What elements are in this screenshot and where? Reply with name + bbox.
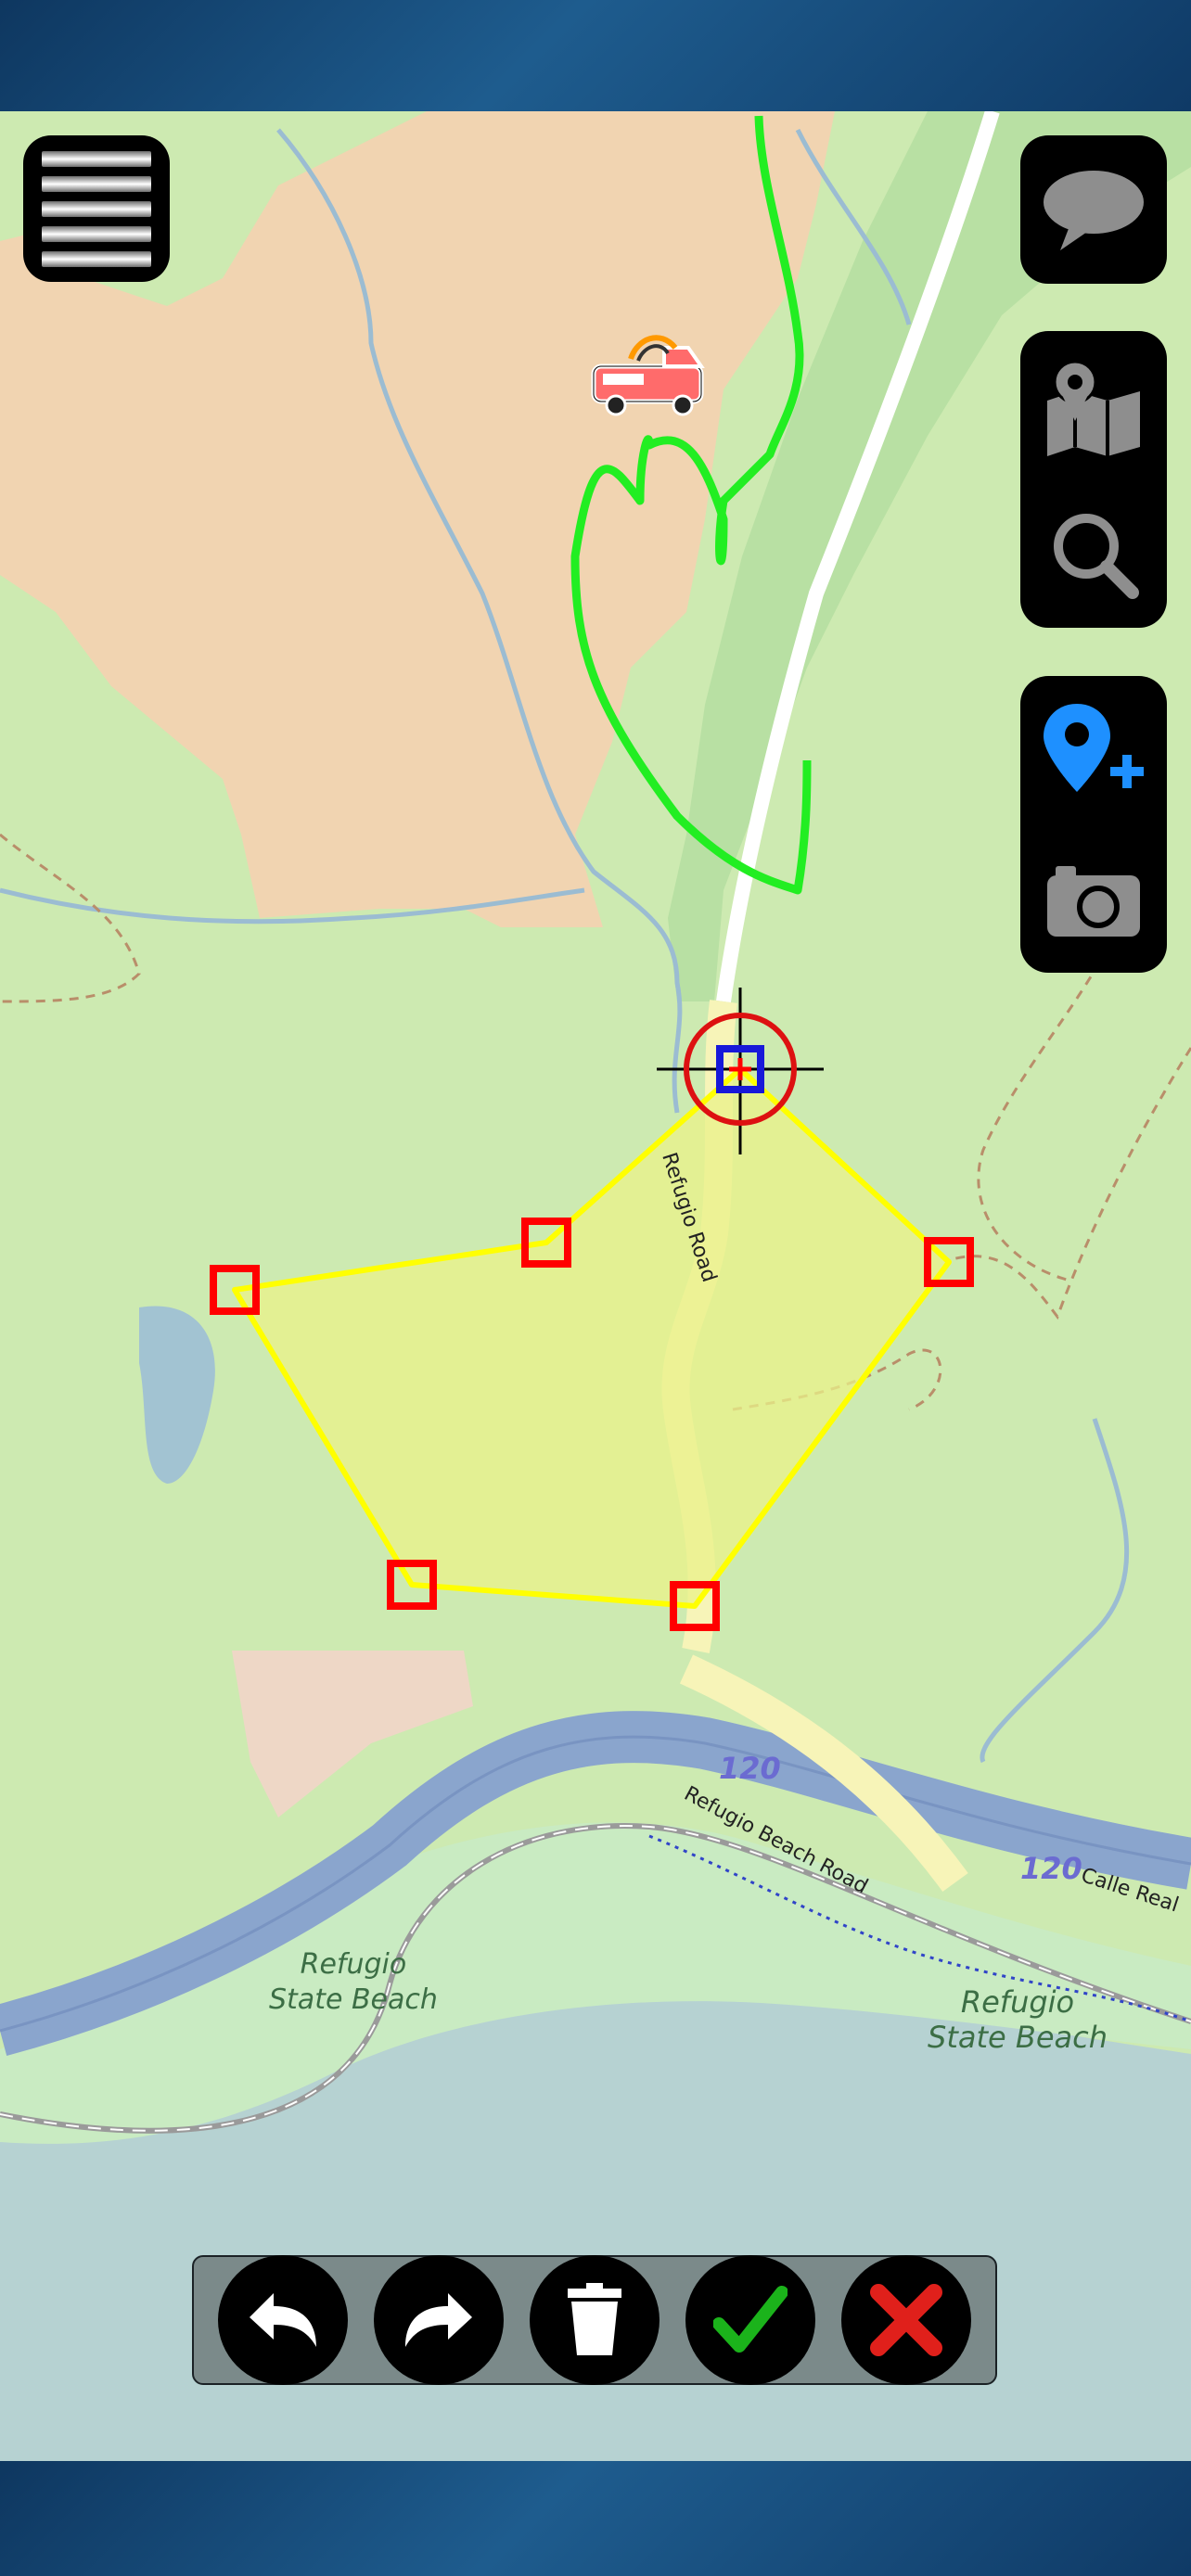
confirm-button[interactable] bbox=[685, 2255, 815, 2385]
trail-1 bbox=[0, 833, 141, 1003]
add-marker-button[interactable] bbox=[1029, 685, 1159, 815]
trail-2 bbox=[945, 1047, 1191, 1320]
map-pin-icon bbox=[1047, 360, 1140, 456]
menu-icon bbox=[42, 150, 151, 167]
highway-120-shield: 120 bbox=[719, 1751, 781, 1786]
undo-icon bbox=[250, 2293, 316, 2347]
chat-bubble-icon bbox=[1029, 145, 1159, 274]
menu-button[interactable] bbox=[23, 135, 170, 282]
redo-icon bbox=[405, 2293, 472, 2347]
trash-icon bbox=[568, 2283, 621, 2355]
capture-tools-panel bbox=[1020, 676, 1167, 973]
redo-button[interactable] bbox=[374, 2255, 504, 2385]
checkmark-icon bbox=[713, 2286, 788, 2353]
map-tools-panel bbox=[1020, 331, 1167, 628]
close-icon bbox=[870, 2284, 942, 2356]
lake bbox=[139, 1306, 215, 1484]
cancel-button[interactable] bbox=[841, 2255, 971, 2385]
map-view[interactable]: Refugio Road Refugio Beach Road 120 120 … bbox=[0, 111, 1191, 2461]
chat-button[interactable] bbox=[1020, 135, 1167, 284]
camera-button[interactable] bbox=[1029, 834, 1159, 963]
delete-button[interactable] bbox=[530, 2255, 660, 2385]
stream-3 bbox=[980, 1418, 1130, 1764]
highway-120-shield-2: 120 bbox=[1020, 1851, 1082, 1886]
refugio-state-beach-label-2: Refugio State Beach bbox=[928, 1984, 1108, 2055]
undo-button[interactable] bbox=[218, 2255, 348, 2385]
top-header-bar bbox=[0, 0, 1191, 111]
drawn-area-polygon bbox=[232, 1066, 952, 1609]
add-location-icon bbox=[1044, 704, 1144, 792]
camera-icon bbox=[1047, 866, 1140, 937]
polygon-edit-toolbar bbox=[192, 2255, 997, 2385]
bottom-footer-bar bbox=[0, 2461, 1191, 2576]
search-button[interactable] bbox=[1029, 489, 1159, 618]
map-canvas bbox=[0, 111, 1191, 2461]
search-icon bbox=[1054, 514, 1139, 599]
refugio-state-beach-label-1: Refugio State Beach bbox=[269, 1948, 438, 2016]
map-layers-button[interactable] bbox=[1029, 340, 1159, 470]
